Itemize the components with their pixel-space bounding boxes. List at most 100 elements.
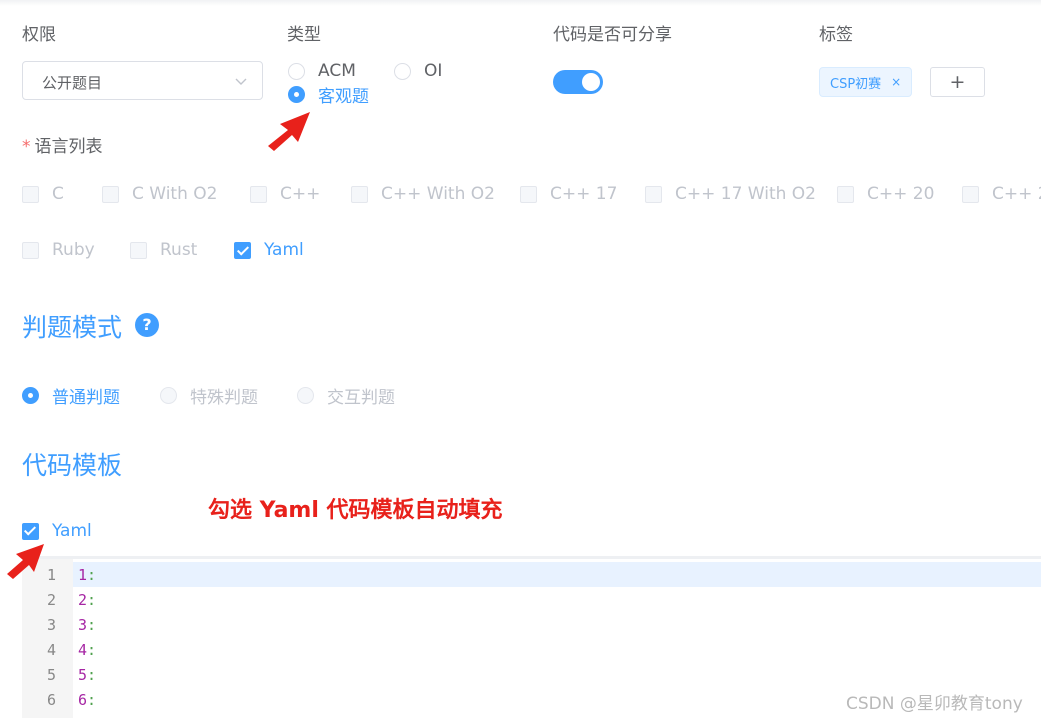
language-row-1: C C With O2 C++ C++ With O2 C++ 17 C++ 1… bbox=[22, 184, 1041, 204]
line-number: 3 bbox=[46, 616, 56, 634]
top-shadow bbox=[0, 0, 1041, 6]
add-tag-button[interactable]: + bbox=[930, 67, 985, 97]
checkbox-label: C++ bbox=[280, 184, 321, 204]
language-checkbox[interactable]: C++ bbox=[250, 184, 320, 204]
chevron-down-icon bbox=[235, 78, 247, 85]
checkbox-box bbox=[130, 241, 147, 259]
line-number: 6 bbox=[46, 691, 56, 709]
code-line: 4 4: bbox=[22, 637, 1041, 662]
language-checkbox[interactable]: C With O2 bbox=[102, 184, 217, 204]
line-number: 2 bbox=[46, 591, 56, 609]
tag-csp: CSP初赛 × bbox=[819, 67, 913, 97]
yaml-key: 4 bbox=[78, 641, 88, 659]
tag-label: CSP初赛 bbox=[830, 76, 882, 92]
line-code: 6: bbox=[78, 691, 96, 709]
annotation-text: 勾选 Yaml 代码模板自动填充 bbox=[208, 498, 503, 523]
checkbox-box bbox=[22, 241, 39, 259]
checkbox-label: C bbox=[52, 184, 64, 204]
watermark: CSDN @星卯教育tony bbox=[846, 694, 1023, 714]
checkbox-label: C++ 2 bbox=[992, 184, 1041, 204]
active-line-highlight bbox=[73, 562, 1041, 587]
yaml-key: 6 bbox=[78, 691, 88, 709]
judge-mode-title: 判题模式 bbox=[22, 313, 123, 342]
checkbox-box bbox=[645, 185, 662, 203]
yaml-key: 2 bbox=[78, 591, 88, 609]
radio-circle bbox=[288, 86, 305, 103]
checkbox-box bbox=[22, 185, 39, 203]
checkbox-label: C++ 20 bbox=[867, 184, 935, 204]
yaml-colon: : bbox=[87, 616, 97, 634]
language-checkbox[interactable]: C bbox=[22, 184, 64, 204]
checkbox-box bbox=[22, 522, 39, 540]
line-number: 4 bbox=[46, 641, 56, 659]
checkbox-box bbox=[962, 185, 979, 203]
checkbox-label: C With O2 bbox=[132, 184, 218, 204]
help-icon[interactable]: ? bbox=[135, 313, 159, 337]
radio-circle bbox=[160, 387, 177, 404]
language-checkbox[interactable]: C++ 2 bbox=[962, 184, 1041, 204]
line-code: 5: bbox=[78, 666, 96, 684]
checkbox-label: Yaml bbox=[52, 521, 92, 541]
permission-label: 权限 bbox=[22, 25, 56, 45]
permission-select[interactable]: 公开题目 bbox=[22, 61, 263, 100]
judge-radio-special[interactable]: 特殊判题 bbox=[160, 383, 258, 408]
line-code: 2: bbox=[78, 591, 96, 609]
checkbox-box bbox=[250, 185, 267, 203]
yaml-key: 3 bbox=[78, 616, 88, 634]
language-checkbox[interactable]: C++ 17 bbox=[520, 184, 617, 204]
radio-label: 交互判题 bbox=[327, 388, 395, 408]
yaml-colon: : bbox=[87, 691, 97, 709]
language-checkbox[interactable]: Rust bbox=[130, 240, 197, 260]
language-checkbox-yaml[interactable]: Yaml bbox=[234, 240, 304, 260]
yaml-colon: : bbox=[87, 566, 97, 584]
checkbox-label: Rust bbox=[160, 240, 198, 260]
language-row-2: Ruby Rust Yaml bbox=[22, 240, 1041, 260]
radio-label: OI bbox=[424, 61, 443, 81]
language-checkbox[interactable]: C++ With O2 bbox=[351, 184, 495, 204]
code-line: 1 1: bbox=[22, 562, 1041, 587]
red-arrow-icon bbox=[268, 112, 310, 151]
template-checkbox-yaml[interactable]: Yaml bbox=[22, 521, 92, 541]
radio-circle bbox=[394, 62, 411, 80]
line-code: 3: bbox=[78, 616, 96, 634]
yaml-key: 1 bbox=[78, 566, 88, 584]
type-radio-objective[interactable]: 客观题 bbox=[288, 82, 369, 107]
radio-label: 普通判题 bbox=[52, 388, 120, 408]
code-line: 5 5: bbox=[22, 662, 1041, 687]
checkbox-box bbox=[234, 241, 251, 259]
permission-select-value: 公开题目 bbox=[42, 74, 103, 92]
checkbox-label: Ruby bbox=[52, 240, 95, 260]
line-code: 1: bbox=[78, 566, 96, 584]
code-line: 3 3: bbox=[22, 612, 1041, 637]
checkbox-box bbox=[102, 185, 119, 203]
radio-circle bbox=[22, 387, 39, 404]
share-code-switch[interactable] bbox=[553, 70, 603, 94]
type-radio-oi[interactable]: OI bbox=[394, 61, 442, 81]
type-radio-acm[interactable]: ACM bbox=[288, 61, 356, 81]
share-label: 代码是否可分享 bbox=[553, 25, 672, 45]
radio-circle bbox=[297, 387, 314, 404]
checkbox-label: C++ With O2 bbox=[381, 184, 495, 204]
yaml-colon: : bbox=[87, 641, 97, 659]
code-line: 2 2: bbox=[22, 587, 1041, 612]
language-list-label: * 语言列表 bbox=[22, 132, 103, 157]
judge-radio-interactive[interactable]: 交互判题 bbox=[297, 383, 395, 408]
language-checkbox[interactable]: C++ 17 With O2 bbox=[645, 184, 816, 204]
radio-label: ACM bbox=[318, 61, 356, 81]
yaml-key: 5 bbox=[78, 666, 88, 684]
language-checkbox[interactable]: C++ 20 bbox=[837, 184, 934, 204]
type-label: 类型 bbox=[287, 25, 321, 45]
checkbox-box bbox=[520, 185, 537, 203]
tags-label: 标签 bbox=[819, 25, 853, 45]
line-code: 4: bbox=[78, 641, 96, 659]
code-template-title: 代码模板 bbox=[22, 451, 123, 480]
checkbox-box bbox=[351, 185, 368, 203]
language-list-text: 语言列表 bbox=[34, 137, 103, 157]
judge-radio-normal[interactable]: 普通判题 bbox=[22, 383, 120, 408]
language-checkbox[interactable]: Ruby bbox=[22, 240, 95, 260]
radio-label: 客观题 bbox=[318, 87, 369, 107]
red-arrow-icon bbox=[7, 544, 44, 579]
radio-label: 特殊判题 bbox=[190, 388, 258, 408]
checkbox-label: Yaml bbox=[264, 240, 304, 260]
close-icon[interactable]: × bbox=[891, 75, 901, 89]
